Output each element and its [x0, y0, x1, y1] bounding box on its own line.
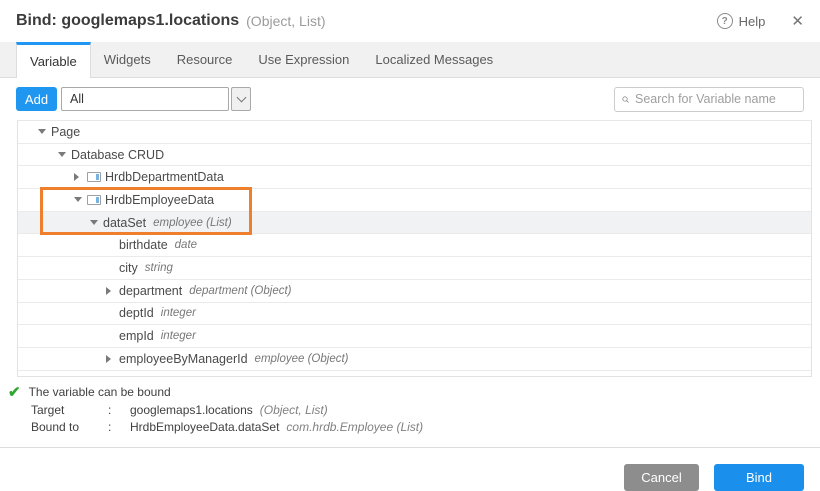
tree-node-label: Database CRUD: [71, 148, 164, 162]
tree-node-label: HrdbEmployeeData: [105, 193, 214, 207]
add-button[interactable]: Add: [16, 87, 57, 111]
help-label: Help: [739, 14, 766, 29]
status-row-type: (Object, List): [260, 403, 328, 417]
tree-row[interactable]: Page: [18, 121, 811, 144]
tree-node-type: date: [175, 239, 197, 251]
dialog-header: Bind: googlemaps1.locations (Object, Lis…: [0, 0, 820, 42]
tree-row[interactable]: birthdate date: [18, 234, 811, 257]
tree-row[interactable]: department department (Object): [18, 280, 811, 303]
status-row-value: googlemaps1.locations: [130, 403, 253, 417]
status-row-separator: :: [108, 420, 130, 434]
tree-node-type: department (Object): [189, 285, 291, 297]
tree-row[interactable]: HrdbEmployeeData: [18, 189, 811, 212]
tab-variable[interactable]: Variable: [16, 42, 91, 78]
cancel-button[interactable]: Cancel: [624, 464, 699, 491]
tree-row[interactable]: empId integer: [18, 325, 811, 348]
close-icon[interactable]: ✕: [791, 14, 804, 29]
dialog-subtitle: (Object, List): [246, 13, 325, 29]
tree-node-type: integer: [161, 307, 196, 319]
question-mark-icon: ?: [717, 13, 733, 29]
variable-icon: [87, 172, 101, 182]
status-rows: Target:googlemaps1.locations (Object, Lis…: [8, 403, 804, 434]
search-icon: [622, 93, 629, 106]
tab-resource[interactable]: Resource: [164, 42, 246, 77]
tree-node-type: employee (List): [153, 217, 232, 229]
tree-node-label: birthdate: [119, 238, 168, 252]
dialog-title: Bind: googlemaps1.locations: [16, 12, 239, 30]
status-row: Bound to:HrdbEmployeeData.dataSet com.hrd…: [8, 420, 804, 434]
status-row-label: Bound to: [31, 420, 108, 434]
tree-row[interactable]: Database CRUD: [18, 144, 811, 167]
tree-row[interactable]: city string: [18, 257, 811, 280]
caret-right-icon[interactable]: [106, 287, 119, 295]
tree-node-label: Page: [51, 125, 80, 139]
tab-widgets[interactable]: Widgets: [91, 42, 164, 77]
status-row: Target:googlemaps1.locations (Object, Lis…: [8, 403, 804, 417]
chevron-down-icon: [236, 93, 246, 103]
tree-row[interactable]: deptId integer: [18, 303, 811, 326]
dialog-footer: Cancel Bind: [0, 447, 820, 491]
tree-node-label: department: [119, 284, 182, 298]
tree-row[interactable]: employeeByManagerId employee (Object): [18, 348, 811, 371]
variable-search[interactable]: [614, 87, 804, 112]
tree-node-label: dataSet: [103, 216, 146, 230]
tab-bar: VariableWidgetsResourceUse ExpressionLoc…: [0, 42, 820, 78]
success-check-icon: ✔: [8, 385, 21, 400]
variable-filter-select[interactable]: All: [61, 87, 251, 111]
tree-node-type: string: [145, 262, 173, 274]
select-dropdown-button[interactable]: [231, 87, 251, 111]
tree-node-type: integer: [161, 330, 196, 342]
toolbar: Add All: [0, 78, 820, 120]
tree-node-label: employeeByManagerId: [119, 352, 248, 366]
caret-down-icon[interactable]: [74, 197, 87, 202]
tree-node-label: city: [119, 261, 138, 275]
tree-node-label: empId: [119, 329, 154, 343]
status-row-separator: :: [108, 403, 130, 417]
tree-row[interactable]: HrdbDepartmentData: [18, 166, 811, 189]
bind-status-panel: ✔ The variable can be bound Target:googl…: [0, 377, 820, 440]
bind-button[interactable]: Bind: [714, 464, 804, 491]
tab-use-expression[interactable]: Use Expression: [245, 42, 362, 77]
tree-node-label: deptId: [119, 306, 154, 320]
status-row-value: HrdbEmployeeData.dataSet: [130, 420, 279, 434]
tree-row[interactable]: dataSet employee (List): [18, 212, 811, 235]
variable-icon: [87, 195, 101, 205]
tree-node-type: employee (Object): [255, 353, 349, 365]
status-row-label: Target: [31, 403, 108, 417]
variable-tree: Page Database CRUD HrdbDepartmentData HrdbE…: [17, 120, 812, 377]
caret-down-icon[interactable]: [38, 129, 51, 134]
status-message: The variable can be bound: [29, 385, 171, 399]
caret-right-icon[interactable]: [106, 355, 119, 363]
caret-right-icon[interactable]: [74, 173, 87, 181]
caret-down-icon[interactable]: [58, 152, 71, 157]
help-button[interactable]: ? Help: [717, 13, 766, 29]
filter-selected-value: All: [61, 87, 229, 111]
caret-down-icon[interactable]: [90, 220, 103, 225]
tree-node-label: HrdbDepartmentData: [105, 170, 224, 184]
tab-localized-messages[interactable]: Localized Messages: [362, 42, 506, 77]
status-row-type: com.hrdb.Employee (List): [286, 420, 423, 434]
search-input[interactable]: [635, 92, 796, 106]
